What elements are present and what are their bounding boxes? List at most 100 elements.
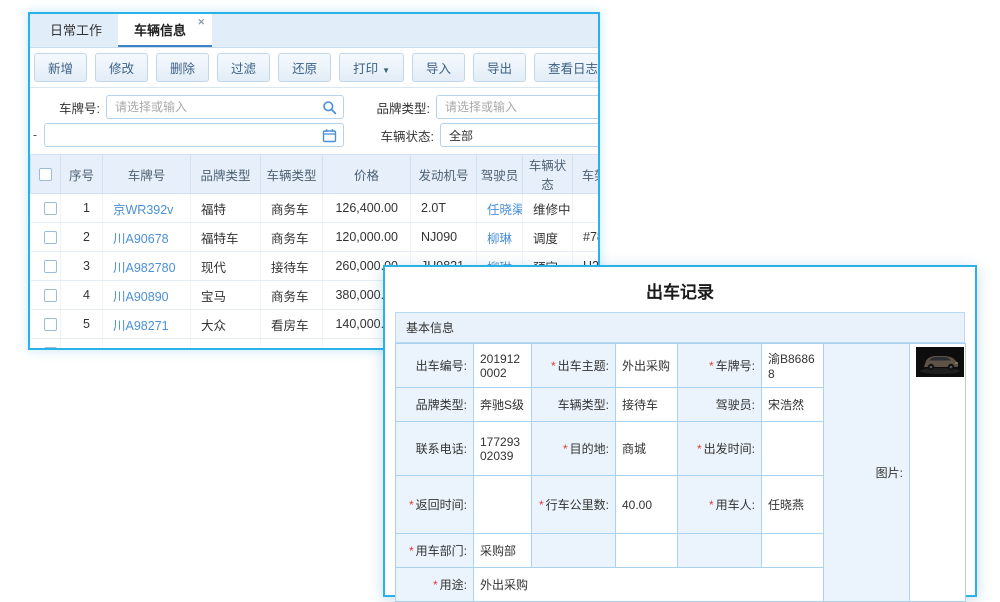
- table-row: 1 京WR392v 福特 商务车 126,400.00 2.0T 任晓渠 维修中: [31, 194, 601, 223]
- cell-type: 看房车: [261, 310, 323, 339]
- cell-type: 商务车: [261, 194, 323, 223]
- field-value[interactable]: [762, 534, 824, 568]
- field-value[interactable]: [474, 476, 532, 534]
- field-label: 车辆类型:: [532, 388, 616, 422]
- cell-seq: 5: [61, 310, 103, 339]
- status-filter-select[interactable]: 全部: [440, 123, 600, 147]
- brand-filter-label: 品牌类型:: [364, 98, 430, 117]
- field-value[interactable]: 宋浩然: [762, 388, 824, 422]
- plate-link[interactable]: 川A90890: [103, 281, 191, 310]
- field-label: 驾驶员:: [678, 388, 762, 422]
- cell-type: 接待车: [261, 252, 323, 281]
- field-label: 出车编号:: [396, 344, 474, 388]
- cell-price: 126,400.00: [323, 194, 411, 223]
- filter-button[interactable]: 过滤: [217, 53, 270, 82]
- cell-engine: 2.0T: [411, 194, 477, 223]
- field-value[interactable]: 采购部: [474, 534, 532, 568]
- plate-link[interactable]: 渝B86868: [103, 339, 191, 351]
- col-brand: 品牌类型: [191, 155, 261, 194]
- date-filter-input[interactable]: [45, 124, 343, 146]
- cell-vin: #789: [573, 223, 601, 252]
- col-type: 车辆类型: [261, 155, 323, 194]
- view-log-button[interactable]: 查看日志: [534, 53, 600, 82]
- search-icon[interactable]: [322, 100, 337, 115]
- plate-link[interactable]: 川A90678: [103, 223, 191, 252]
- plate-link[interactable]: 京WR392v: [103, 194, 191, 223]
- field-value[interactable]: 奔驰S级: [474, 388, 532, 422]
- field-value[interactable]: 2019120002: [474, 344, 532, 388]
- vehicle-photo[interactable]: [916, 347, 964, 377]
- cell-type: 商务车: [261, 281, 323, 310]
- add-button[interactable]: 新增: [34, 53, 87, 82]
- field-label: *返回时间:: [396, 476, 474, 534]
- cell-brand: 福特: [191, 194, 261, 223]
- field-value[interactable]: [762, 422, 824, 476]
- plate-link[interactable]: 川A98271: [103, 310, 191, 339]
- field-label: *出车主题:: [532, 344, 616, 388]
- image-field-label: 图片:: [824, 344, 910, 602]
- row-checkbox[interactable]: [44, 260, 57, 273]
- field-value[interactable]: 外出采购: [616, 344, 678, 388]
- image-field-cell: [910, 344, 966, 602]
- required-marker: *: [709, 359, 714, 373]
- tab-vehicle-info[interactable]: 车辆信息 ✕: [118, 14, 212, 47]
- field-value[interactable]: [616, 534, 678, 568]
- field-value[interactable]: 40.00: [616, 476, 678, 534]
- field-label: *出发时间:: [678, 422, 762, 476]
- required-marker: *: [409, 498, 414, 512]
- date-range-dash: -: [30, 128, 40, 142]
- date-filter-box: [44, 123, 344, 147]
- brand-filter-box: [436, 95, 600, 119]
- required-marker: *: [563, 442, 568, 456]
- tab-daily-work[interactable]: 日常工作: [34, 14, 118, 47]
- form-row: 出车编号: 2019120002 *出车主题: 外出采购 *车牌号: 渝B868…: [396, 344, 966, 388]
- field-value[interactable]: 商城: [616, 422, 678, 476]
- delete-button[interactable]: 删除: [156, 53, 209, 82]
- field-value[interactable]: 渝B86868: [762, 344, 824, 388]
- cell-vin: [573, 194, 601, 223]
- usage-field-value[interactable]: 外出采购: [474, 568, 824, 602]
- cell-seq: 6: [61, 339, 103, 351]
- driver-link[interactable]: 任晓渠: [477, 194, 523, 223]
- field-value[interactable]: 17729302039: [474, 422, 532, 476]
- field-label: *用车人:: [678, 476, 762, 534]
- required-marker: *: [697, 442, 702, 456]
- plate-filter-box: [106, 95, 344, 119]
- col-driver: 驾驶员: [477, 155, 523, 194]
- cell-status: 维修中: [523, 194, 573, 223]
- cell-seq: 4: [61, 281, 103, 310]
- field-value[interactable]: 接待车: [616, 388, 678, 422]
- close-icon[interactable]: ✕: [197, 16, 205, 28]
- row-checkbox[interactable]: [44, 347, 57, 350]
- field-label: [532, 534, 616, 568]
- row-checkbox[interactable]: [44, 318, 57, 331]
- import-button[interactable]: 导入: [412, 53, 465, 82]
- brand-filter-input[interactable]: [437, 96, 600, 118]
- print-button-label: 打印: [353, 62, 378, 76]
- row-checkbox[interactable]: [44, 289, 57, 302]
- restore-button[interactable]: 还原: [278, 53, 331, 82]
- status-filter-label: 车辆状态:: [368, 126, 434, 145]
- row-checkbox[interactable]: [44, 231, 57, 244]
- cell-type: 接待车: [261, 339, 323, 351]
- cell-type: 商务车: [261, 223, 323, 252]
- required-marker: *: [433, 578, 438, 592]
- edit-button[interactable]: 修改: [95, 53, 148, 82]
- select-all-checkbox[interactable]: [39, 168, 52, 181]
- print-button[interactable]: 打印 ▼: [339, 53, 404, 82]
- plate-filter-input[interactable]: [107, 96, 343, 118]
- cell-engine: NJ090: [411, 223, 477, 252]
- col-status: 车辆状态: [523, 155, 573, 194]
- plate-link[interactable]: 川A982780: [103, 252, 191, 281]
- calendar-icon[interactable]: [322, 128, 337, 143]
- row-checkbox[interactable]: [44, 202, 57, 215]
- plate-filter-label: 车牌号:: [30, 98, 100, 117]
- dispatch-form: 出车编号: 2019120002 *出车主题: 外出采购 *车牌号: 渝B868…: [395, 343, 966, 602]
- chevron-down-icon: ▼: [382, 66, 390, 75]
- export-button[interactable]: 导出: [473, 53, 526, 82]
- field-label: 联系电话:: [396, 422, 474, 476]
- driver-link[interactable]: 柳琳: [477, 223, 523, 252]
- col-price: 价格: [323, 155, 411, 194]
- cell-brand: 现代: [191, 252, 261, 281]
- field-value[interactable]: 任晓燕: [762, 476, 824, 534]
